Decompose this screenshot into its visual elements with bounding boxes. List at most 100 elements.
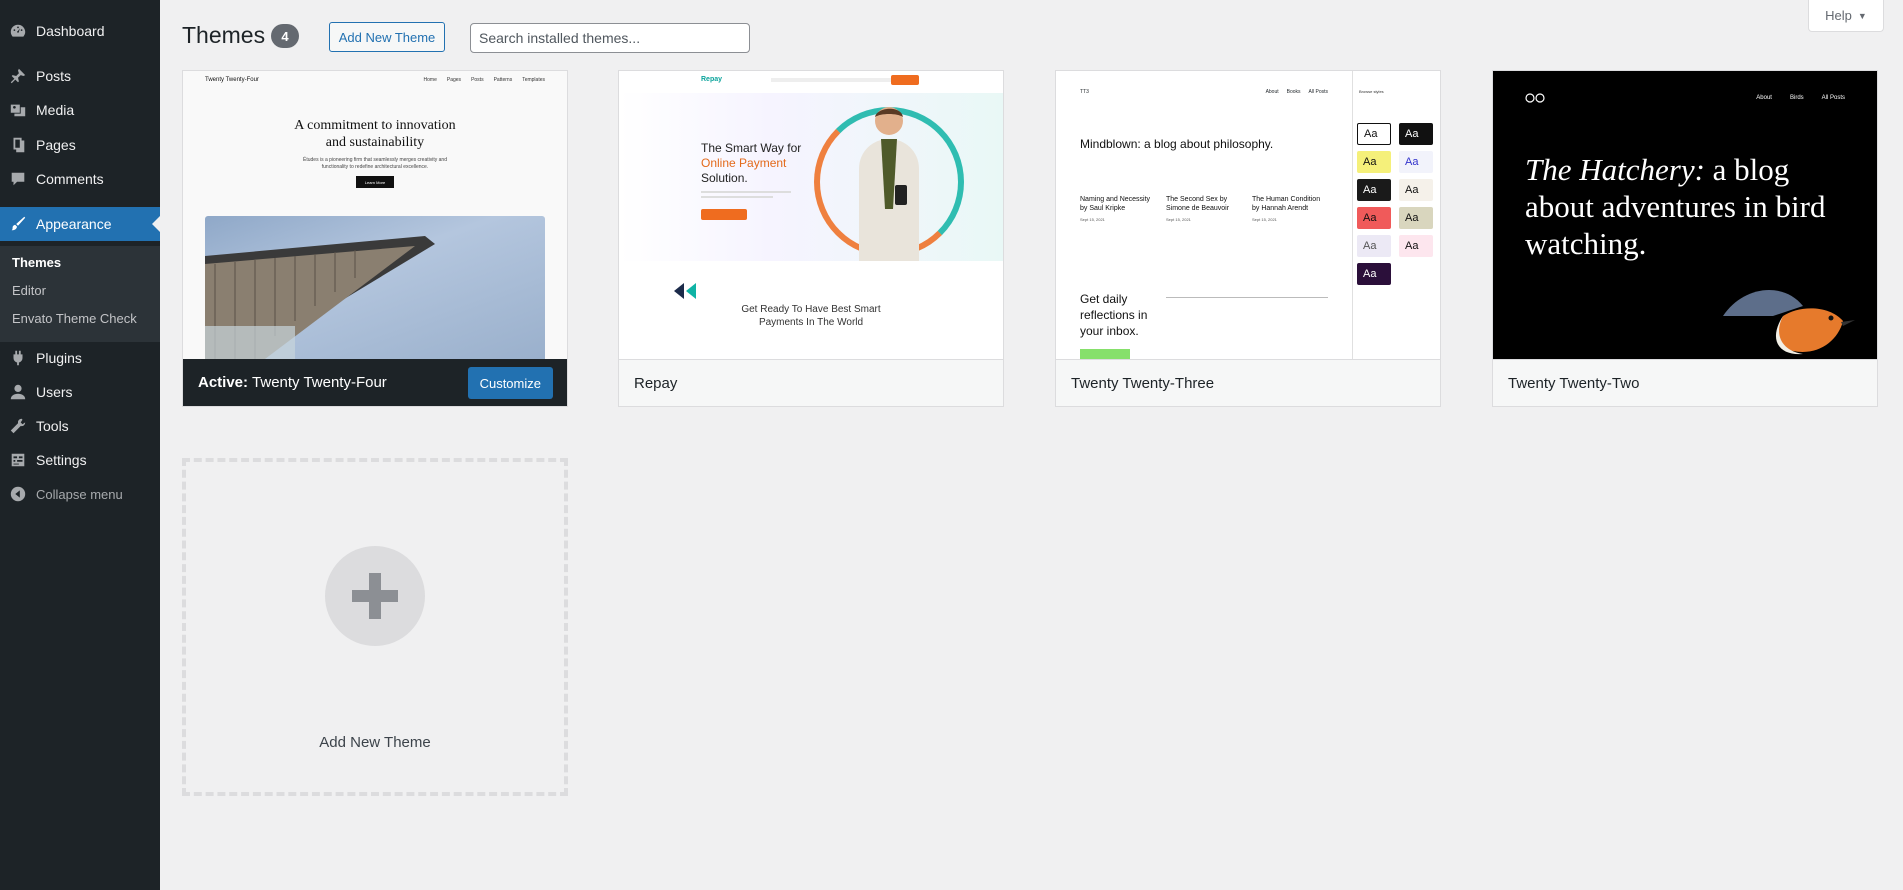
preview-nav-link: Books <box>1286 89 1301 95</box>
preview-arrow-icon <box>674 283 696 299</box>
preview-nav: Home Pages Posts Patterns Templates <box>424 77 545 83</box>
binoculars-logo-icon <box>1525 93 1545 106</box>
theme-screenshot: About Birds All Posts The Hatchery: a bl… <box>1493 71 1877 359</box>
preview-signup-button <box>1080 349 1130 359</box>
preview-daily-reflections: Get daily reflections in your inbox. <box>1080 292 1148 338</box>
preview-headline: The Smart Way for Online Payment Solutio… <box>701 141 801 186</box>
theme-name: Twenty Twenty-Three <box>1071 374 1215 392</box>
comment-icon <box>8 169 28 189</box>
preview-post-title: The Human Condition by Hannah Arendt <box>1252 196 1321 212</box>
style-swatch: Aa <box>1399 123 1433 145</box>
help-button[interactable]: Help ▼ <box>1808 0 1884 32</box>
plus-icon <box>325 546 425 646</box>
preview-site-title: TT3 <box>1080 89 1089 95</box>
menu-item-settings[interactable]: Settings <box>0 443 160 477</box>
customize-button[interactable]: Customize <box>467 367 553 399</box>
preview-nav-link: Pages <box>446 77 462 83</box>
theme-card-twenty-twenty-four[interactable]: Twenty Twenty-Four Home Pages Posts Patt… <box>182 70 568 407</box>
style-swatch: Aa <box>1357 123 1391 145</box>
menu-item-media[interactable]: Media <box>0 93 160 127</box>
search-themes-input[interactable] <box>470 23 750 53</box>
menu-label-users: Users <box>36 384 73 400</box>
submenu-themes[interactable]: Themes <box>12 255 61 270</box>
menu-label-tools: Tools <box>36 418 69 434</box>
pushpin-icon <box>8 66 28 86</box>
menu-item-users[interactable]: Users <box>0 375 160 409</box>
add-new-theme-button[interactable]: Add New Theme <box>329 22 445 52</box>
menu-item-tools[interactable]: Tools <box>0 409 160 443</box>
preview-header <box>619 71 1003 94</box>
preview-post: The Second Sex by Simone de Beauvoir Sep… <box>1166 195 1241 222</box>
preview-headline-line: Solution. <box>701 171 748 185</box>
preview-person-illustration <box>859 107 919 261</box>
menu-item-posts[interactable]: Posts <box>0 59 160 93</box>
preview-nav-link: All Posts <box>1308 89 1328 95</box>
preview-cta <box>701 209 747 220</box>
style-swatch: Aa <box>1399 179 1433 201</box>
menu-label-settings: Settings <box>36 452 87 468</box>
style-swatch: Aa <box>1357 235 1391 257</box>
preview-nav-link: About <box>1756 95 1772 101</box>
preview-nav-link: About <box>1265 89 1279 95</box>
theme-card-twenty-twenty-three[interactable]: TT3 About Books All Posts Mindblown: a b… <box>1055 70 1441 407</box>
preview-nav-link: Templates <box>522 77 545 83</box>
preview-post-date: Sept 15, 2021 <box>1252 217 1277 222</box>
theme-card-twenty-twenty-two[interactable]: About Birds All Posts The Hatchery: a bl… <box>1492 70 1878 407</box>
menu-item-comments[interactable]: Comments <box>0 162 160 196</box>
preview-divider <box>1166 297 1328 298</box>
caret-down-icon: ▼ <box>1857 10 1867 21</box>
preview-headline-line: The Smart Way for <box>701 141 802 155</box>
preview-panel-title: Browse styles <box>1359 89 1384 94</box>
media-icon <box>8 100 28 120</box>
theme-name-bar: Twenty Twenty-Three <box>1056 359 1440 406</box>
help-label: Help <box>1825 8 1852 23</box>
preview-body-lines <box>701 191 791 198</box>
collapse-menu-button[interactable]: Collapse menu <box>0 477 160 511</box>
submenu-envato-theme-check[interactable]: Envato Theme Check <box>12 311 137 326</box>
preview-nav-link: Posts <box>471 77 484 83</box>
style-swatch: Aa <box>1357 207 1391 229</box>
theme-name: Twenty Twenty-Two <box>1508 374 1640 392</box>
collapse-icon <box>8 484 28 504</box>
preview-architecture-photo <box>205 216 545 359</box>
dashboard-icon <box>8 21 28 41</box>
preview-nav: About Birds All Posts <box>1756 95 1845 101</box>
style-swatch: Aa <box>1399 207 1433 229</box>
preview-logo: Repay <box>701 76 723 83</box>
wrench-icon <box>8 416 28 436</box>
preview-nav: About Books All Posts <box>1266 89 1328 95</box>
preview-main: TT3 About Books All Posts Mindblown: a b… <box>1056 71 1352 359</box>
bird-illustration <box>1723 289 1855 355</box>
preview-post-date: Sept 15, 2021 <box>1080 217 1105 222</box>
submenu-editor[interactable]: Editor <box>12 283 46 298</box>
menu-item-dashboard[interactable]: Dashboard <box>0 14 160 48</box>
menu-item-appearance[interactable]: Appearance <box>0 207 160 241</box>
page-title: Themes <box>182 22 266 48</box>
menu-item-plugins[interactable]: Plugins <box>0 341 160 375</box>
preview-nav-link: Birds <box>1789 95 1804 101</box>
menu-label-plugins: Plugins <box>36 350 82 366</box>
preview-learn-more: Learn More <box>356 176 394 188</box>
preview-headline: The Hatchery: a blog about adventures in… <box>1525 151 1845 262</box>
paintbrush-icon <box>8 214 28 234</box>
preview-post-title: Naming and Necessity by Saul Kripke <box>1080 196 1151 212</box>
preview-headline-highlight: Online Payment <box>701 156 787 170</box>
collapse-menu-label: Collapse menu <box>36 486 123 502</box>
preview-site-title: Twenty Twenty-Four <box>205 77 259 83</box>
style-swatch: Aa <box>1399 151 1433 173</box>
appearance-submenu: Themes Editor Envato Theme Check <box>0 246 160 342</box>
active-label: Active: <box>198 374 249 391</box>
preview-styles-panel: Browse styles Aa Aa Aa Aa Aa Aa Aa Aa Aa… <box>1352 71 1440 359</box>
style-swatch: Aa <box>1399 235 1433 257</box>
plugin-icon <box>8 348 28 368</box>
theme-screenshot: Repay The Smart Way for Online Payment S… <box>619 71 1003 359</box>
preview-blog-title: Mindblown: a blog about philosophy. <box>1080 137 1274 151</box>
theme-card-repay[interactable]: Repay The Smart Way for Online Payment S… <box>618 70 1004 407</box>
add-new-theme-card[interactable]: Add New Theme <box>182 458 568 796</box>
theme-count-badge: 4 <box>271 24 299 48</box>
preview-subheadline: Get Ready To Have Best Smart Payments In… <box>741 304 881 328</box>
style-swatch: Aa <box>1357 151 1391 173</box>
menu-item-pages[interactable]: Pages <box>0 128 160 162</box>
theme-screenshot: TT3 About Books All Posts Mindblown: a b… <box>1056 71 1440 359</box>
menu-label-comments: Comments <box>36 171 104 187</box>
